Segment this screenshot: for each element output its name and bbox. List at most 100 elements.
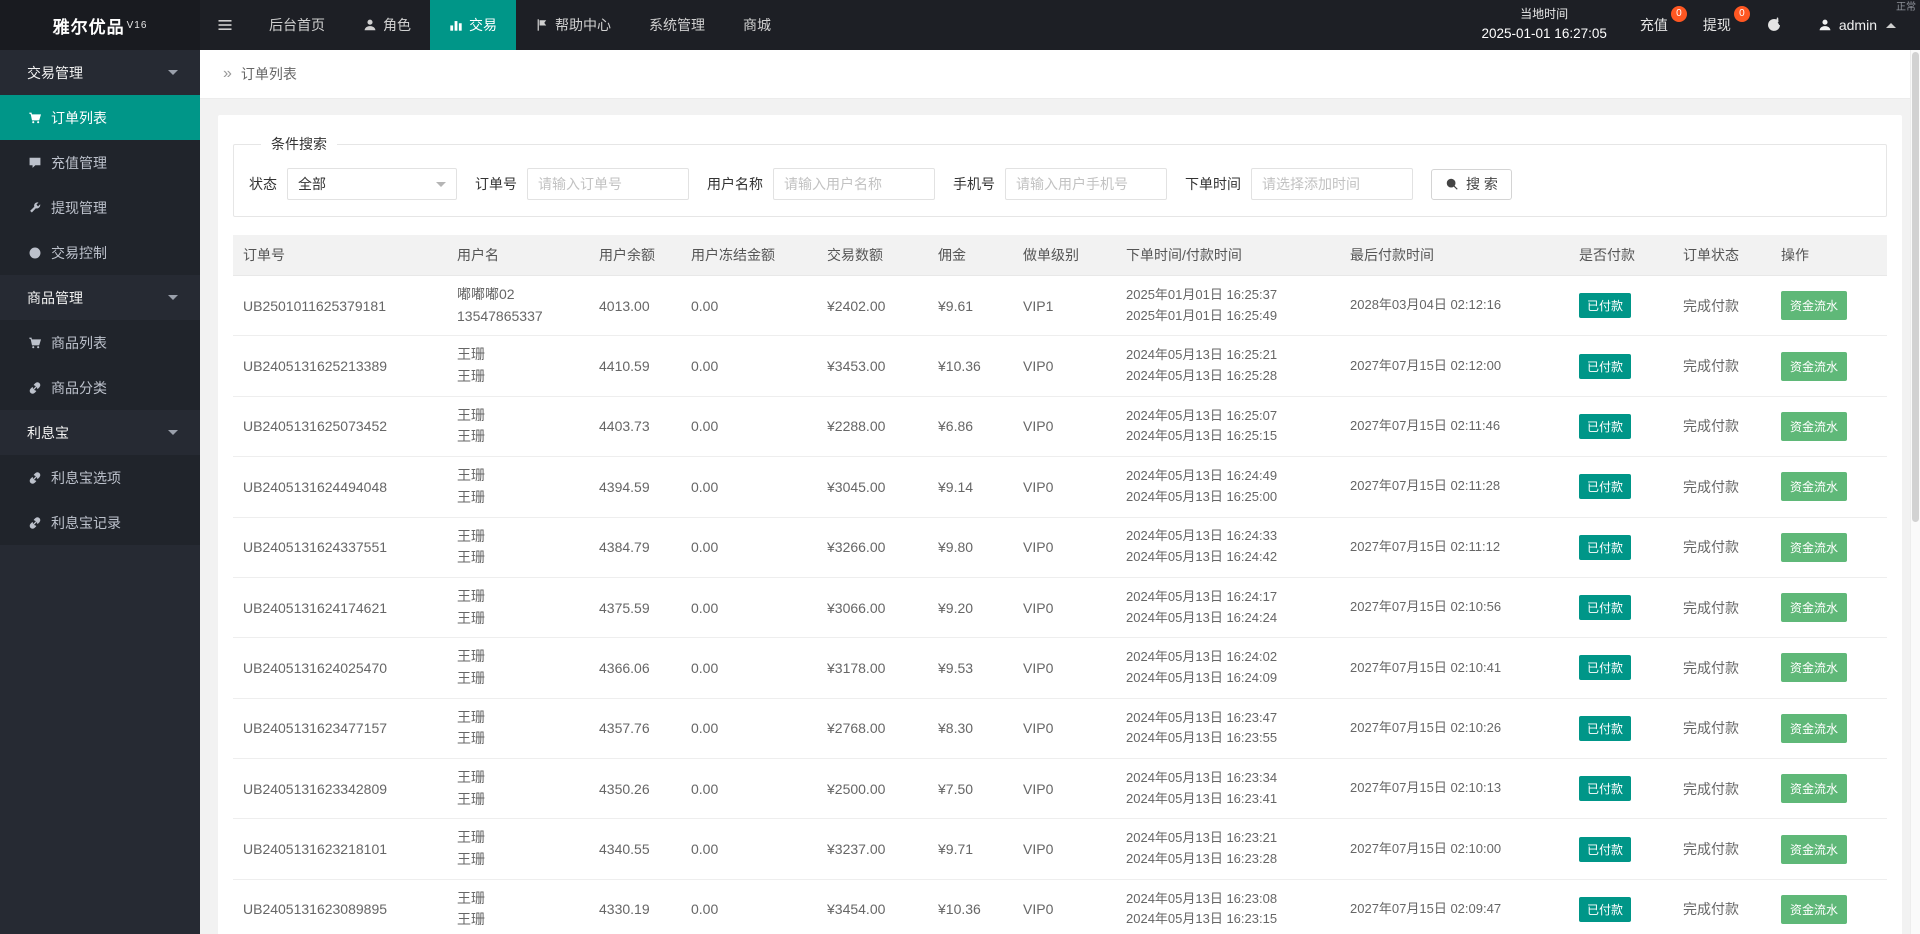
sidebar-item-interest-options[interactable]: 利息宝选项 bbox=[0, 455, 200, 500]
paid-badge: 已付款 bbox=[1579, 836, 1632, 862]
sidebar-item-product-list[interactable]: 商品列表 bbox=[0, 320, 200, 365]
scrollbar-thumb[interactable] bbox=[1912, 52, 1919, 522]
cell-paid-status: 已付款 bbox=[1569, 637, 1673, 699]
comment-icon bbox=[28, 156, 42, 170]
last-pay-time: 2027年07月15日 02:10:41 bbox=[1350, 659, 1502, 675]
table-row: UB2405131624337551 王珊 王珊 4384.79 0.00 ¥3… bbox=[233, 517, 1887, 578]
search-button[interactable]: 搜 索 bbox=[1431, 168, 1512, 200]
cell-commission: ¥9.80 bbox=[928, 517, 1013, 578]
chevron-up-icon bbox=[1886, 22, 1896, 28]
nav-item-help-center[interactable]: 帮助中心 bbox=[516, 0, 630, 50]
paid-badge: 已付款 bbox=[1579, 776, 1632, 802]
cell-balance: 4384.79 bbox=[589, 517, 681, 578]
user-name-input[interactable] bbox=[773, 168, 935, 200]
refresh-button[interactable] bbox=[1753, 0, 1804, 50]
fund-flow-button[interactable]: 资金流水 bbox=[1781, 351, 1848, 381]
pay-time: 2024年05月13日 16:23:41 bbox=[1126, 790, 1278, 806]
logo-text: 雅尔优品 bbox=[52, 17, 125, 37]
fund-flow-button[interactable]: 资金流水 bbox=[1781, 774, 1848, 804]
page-scrollbar[interactable] bbox=[1910, 50, 1920, 934]
fund-flow-button[interactable]: 资金流水 bbox=[1781, 472, 1848, 502]
sidebar-item-withdraw-management[interactable]: 提现管理 bbox=[0, 185, 200, 230]
sidebar-item-order-list[interactable]: 订单列表 bbox=[0, 95, 200, 140]
sidebar-group-label: 商品管理 bbox=[27, 289, 83, 306]
table-body: UB2501011625379181 嘟嘟嘟02 13547865337 401… bbox=[233, 275, 1887, 934]
sidebar-item-recharge-management[interactable]: 充值管理 bbox=[0, 140, 200, 185]
cell-commission: ¥6.86 bbox=[928, 396, 1013, 458]
sidebar-item-trade-control[interactable]: 交易控制 bbox=[0, 230, 200, 275]
recharge-link[interactable]: 充值 0 bbox=[1627, 0, 1690, 50]
column-header: 用户余额 bbox=[589, 235, 681, 276]
table-row: UB2501011625379181 嘟嘟嘟02 13547865337 401… bbox=[233, 275, 1887, 337]
chevron-down-icon bbox=[168, 430, 178, 435]
fund-flow-button[interactable]: 资金流水 bbox=[1781, 593, 1848, 623]
phone-input[interactable] bbox=[1005, 168, 1167, 200]
user-name: 嘟嘟嘟02 bbox=[457, 286, 515, 302]
user-name: 王珊 bbox=[457, 829, 485, 846]
last-pay-time: 2027年07月15日 02:11:46 bbox=[1350, 418, 1501, 434]
cell-frozen-amount: 0.00 bbox=[681, 275, 817, 337]
pay-time: 2024年05月13日 16:23:28 bbox=[1126, 851, 1278, 867]
pay-time: 2024年05月13日 16:25:00 bbox=[1126, 488, 1278, 504]
order-time-input[interactable] bbox=[1251, 168, 1413, 200]
user-name: 王珊 bbox=[457, 346, 485, 363]
pay-time: 2024年05月13日 16:23:15 bbox=[1126, 911, 1278, 927]
table-row: UB2405131623477157 王珊 王珊 4357.76 0.00 ¥2… bbox=[233, 698, 1887, 760]
paid-badge: 已付款 bbox=[1579, 595, 1632, 621]
cell-paid-status: 已付款 bbox=[1569, 275, 1673, 337]
cell-paid-status: 已付款 bbox=[1569, 456, 1673, 518]
status-select[interactable]: 全部 bbox=[287, 168, 457, 200]
cell-order-pay-time: 2024年05月13日 16:24:49 2024年05月13日 16:25:0… bbox=[1116, 456, 1340, 518]
sidebar: 交易管理 订单列表 充值管理 提现管理 交易控制 商品管理 商品列表 商品分类 … bbox=[0, 50, 200, 934]
cell-vip-level: VIP0 bbox=[1013, 637, 1116, 699]
fund-flow-button[interactable]: 资金流水 bbox=[1781, 411, 1848, 441]
order-no-input[interactable] bbox=[527, 168, 689, 200]
table-row: UB2405131623342809 王珊 王珊 4350.26 0.00 ¥2… bbox=[233, 758, 1887, 820]
cell-order-no: UB2405131625213389 bbox=[233, 335, 447, 397]
order-time: 2024年05月13日 16:23:21 bbox=[1126, 830, 1278, 846]
nav-item-mall[interactable]: 商城 bbox=[724, 0, 790, 50]
cell-frozen-amount: 0.00 bbox=[681, 818, 817, 880]
sidebar-item-product-category[interactable]: 商品分类 bbox=[0, 365, 200, 410]
user-name: 王珊 bbox=[457, 467, 485, 484]
fund-flow-button[interactable]: 资金流水 bbox=[1781, 291, 1848, 321]
last-pay-time: 2027年07月15日 02:10:00 bbox=[1350, 840, 1502, 856]
page-title: 订单列表 bbox=[240, 66, 297, 82]
sidebar-group-trade-management[interactable]: 交易管理 bbox=[0, 50, 200, 95]
magnifier-icon bbox=[1445, 177, 1459, 191]
cell-trade-amount: ¥3045.00 bbox=[817, 456, 928, 518]
cell-commission: ¥10.36 bbox=[928, 879, 1013, 934]
sidebar-group-product-management[interactable]: 商品管理 bbox=[0, 275, 200, 320]
nav-item-dashboard[interactable]: 后台首页 bbox=[250, 0, 344, 50]
refresh-icon bbox=[1766, 17, 1782, 33]
nav-item-trade[interactable]: 交易 bbox=[430, 0, 516, 50]
cell-paid-status: 已付款 bbox=[1569, 335, 1673, 397]
nav-item-roles[interactable]: 角色 bbox=[344, 0, 430, 50]
user-name: 王珊 bbox=[457, 708, 485, 725]
cell-order-no: UB2501011625379181 bbox=[233, 275, 447, 337]
fund-flow-button[interactable]: 资金流水 bbox=[1781, 713, 1848, 743]
cell-user: 王珊 王珊 bbox=[447, 879, 589, 934]
table-row: UB2405131624174621 王珊 王珊 4375.59 0.00 ¥3… bbox=[233, 577, 1887, 639]
person-icon bbox=[363, 18, 377, 32]
navbar-right: 当地时间 2025-01-01 16:27:05 充值 0 提现 0 admin bbox=[1462, 0, 1920, 50]
cell-action: 资金流水 bbox=[1771, 335, 1887, 397]
cell-trade-amount: ¥2402.00 bbox=[817, 275, 928, 337]
cell-user: 王珊 王珊 bbox=[447, 456, 589, 518]
sidebar-group-label: 利息宝 bbox=[27, 424, 69, 441]
cell-last-pay-time: 2027年07月15日 02:11:28 bbox=[1340, 456, 1569, 518]
withdraw-link[interactable]: 提现 0 bbox=[1690, 0, 1753, 50]
nav-item-system[interactable]: 系统管理 bbox=[630, 0, 724, 50]
fund-flow-button[interactable]: 资金流水 bbox=[1781, 532, 1848, 562]
sidebar-item-interest-records[interactable]: 利息宝记录 bbox=[0, 500, 200, 545]
sidebar-group-interest-treasure[interactable]: 利息宝 bbox=[0, 410, 200, 455]
user-avatar-icon bbox=[1818, 18, 1832, 32]
fund-flow-button[interactable]: 资金流水 bbox=[1781, 653, 1848, 683]
cell-action: 资金流水 bbox=[1771, 577, 1887, 639]
cell-order-status: 完成付款 bbox=[1673, 577, 1771, 639]
breadcrumb-separator-icon: » bbox=[223, 65, 232, 82]
hamburger-menu-icon[interactable] bbox=[200, 0, 250, 50]
fund-flow-button[interactable]: 资金流水 bbox=[1781, 834, 1848, 864]
fund-flow-button[interactable]: 资金流水 bbox=[1781, 894, 1848, 924]
top-navbar: 雅尔优品 V16 后台首页 角色 交易 帮助中心 系统管理 商城 当地时间 202… bbox=[0, 0, 1920, 50]
